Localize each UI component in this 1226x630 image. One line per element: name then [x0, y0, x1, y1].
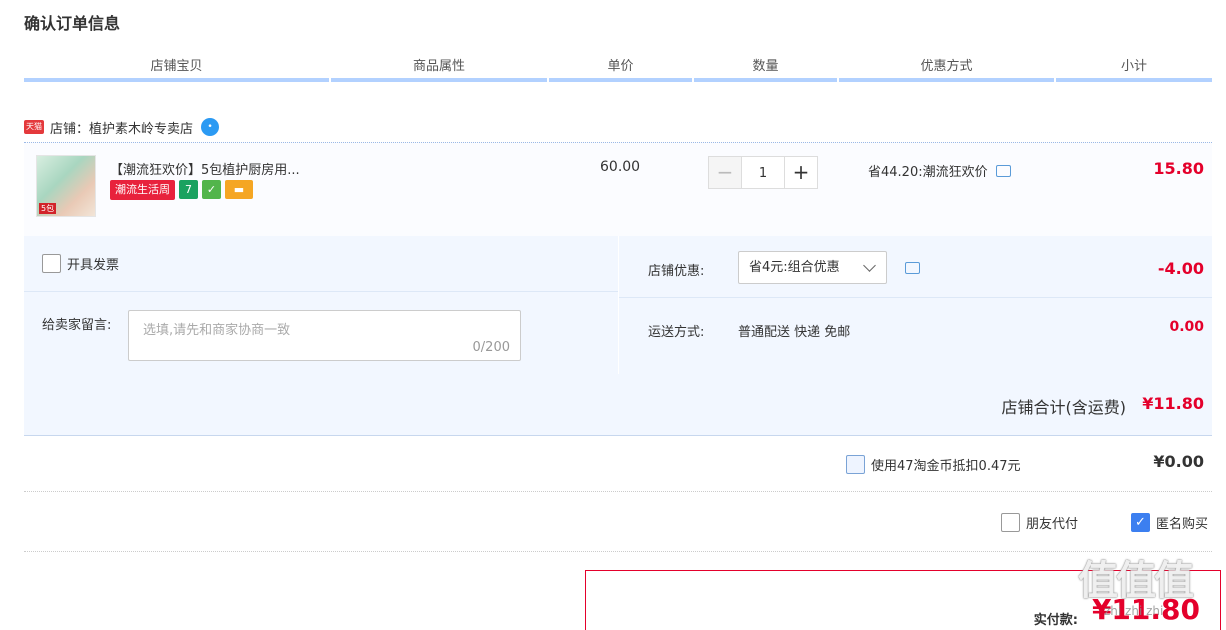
shop-discount-selected: 省4元:组合优惠	[749, 260, 840, 275]
shop-name[interactable]: 店铺：植护素木岭专卖店	[50, 118, 193, 137]
tmall-icon: 天猫	[24, 120, 44, 134]
product-tags: 潮流生活周 7 ✓ ▬	[110, 180, 253, 200]
item-discount: 省44.20:潮流狂欢价	[868, 161, 1011, 180]
item-discount-text: 省44.20:潮流狂欢价	[868, 165, 988, 180]
decrease-quantity-button[interactable]: −	[708, 156, 742, 189]
anonymous-checkbox[interactable]: ✓	[1131, 513, 1150, 532]
column-header: 店铺宝贝 商品属性 单价 数量 优惠方式 小计	[24, 56, 1212, 82]
increase-quantity-button[interactable]: +	[784, 156, 818, 189]
seven-day-return-icon: 7	[179, 180, 198, 199]
coin-row	[24, 436, 1212, 492]
friend-pay-label: 朋友代付	[1026, 517, 1079, 532]
invoice-checkbox[interactable]	[42, 254, 61, 273]
coin-option[interactable]: 使用47淘金币抵扣0.47元	[846, 455, 1021, 474]
product-thumbnail[interactable]: 5包	[36, 155, 96, 217]
invoice-label: 开具发票	[67, 258, 120, 273]
shop-total-value: ¥11.80	[1142, 394, 1204, 413]
col-attributes: 商品属性	[331, 56, 547, 82]
page-title: 确认订单信息	[24, 14, 121, 33]
shop-discount-select[interactable]: 省4元:组合优惠	[738, 251, 887, 284]
watermark-logo: 值值值	[1078, 558, 1194, 604]
quantity-stepper: − 1 +	[708, 156, 818, 189]
watermark-subtext: zhi zhi zhi	[1104, 604, 1164, 618]
promo-tag: 潮流生活周	[110, 180, 175, 200]
shipping-fee: 0.00	[1169, 319, 1204, 335]
product-title-link[interactable]: 【潮流狂欢价】5包植护厨房用...	[110, 159, 300, 178]
col-quantity: 数量	[694, 56, 837, 82]
message-to-seller-input[interactable]: 选填,请先和商家协商一致 0/200	[128, 310, 521, 361]
message-char-count: 0/200	[472, 340, 510, 355]
message-label: 给卖家留言:	[42, 318, 112, 333]
pay-label: 实付款:	[1033, 613, 1078, 628]
shop-discount-value: -4.00	[1157, 259, 1204, 278]
discount-info-icon[interactable]	[995, 164, 1011, 177]
coin-label: 使用47淘金币抵扣0.47元	[871, 459, 1021, 474]
shipping-panel	[619, 298, 1212, 374]
quantity-input[interactable]: 1	[742, 156, 784, 189]
shop-discount-label: 店铺优惠:	[648, 264, 705, 279]
col-unit-price: 单价	[549, 56, 692, 82]
shop-discount-info-icon[interactable]	[905, 262, 920, 274]
shipping-method: 普通配送 快递 免邮	[738, 325, 851, 340]
col-discount: 优惠方式	[839, 56, 1054, 82]
coin-checkbox[interactable]	[846, 455, 865, 474]
invoice-option[interactable]: 开具发票	[42, 254, 119, 273]
coin-value: ¥0.00	[1153, 452, 1204, 471]
friend-pay-checkbox[interactable]	[1001, 513, 1020, 532]
col-subtotal: 小计	[1056, 56, 1212, 82]
wangwang-chat-icon[interactable]: •	[201, 118, 220, 136]
unit-price: 60.00	[600, 159, 641, 175]
chevron-down-icon	[863, 259, 876, 272]
shop-header: 天猫 店铺：植护素木岭专卖店 •	[24, 116, 220, 138]
anonymous-label: 匿名购买	[1156, 517, 1209, 532]
shipping-label: 运送方式:	[648, 325, 705, 340]
message-placeholder: 选填,请先和商家协商一致	[143, 323, 291, 338]
col-shop-item: 店铺宝贝	[24, 56, 329, 82]
anonymous-option[interactable]: ✓ 匿名购买	[1131, 513, 1208, 532]
friend-pay-option[interactable]: 朋友代付	[1001, 513, 1078, 532]
item-subtotal: 15.80	[1153, 159, 1204, 178]
credit-card-icon: ▬	[225, 180, 253, 199]
shop-total-label: 店铺合计(含运费)	[1001, 398, 1127, 417]
guarantee-icon: ✓	[202, 180, 221, 199]
order-item-row: 5包 【潮流狂欢价】5包植护厨房用... 潮流生活周 7 ✓ ▬ 60.00 −…	[24, 142, 1212, 236]
